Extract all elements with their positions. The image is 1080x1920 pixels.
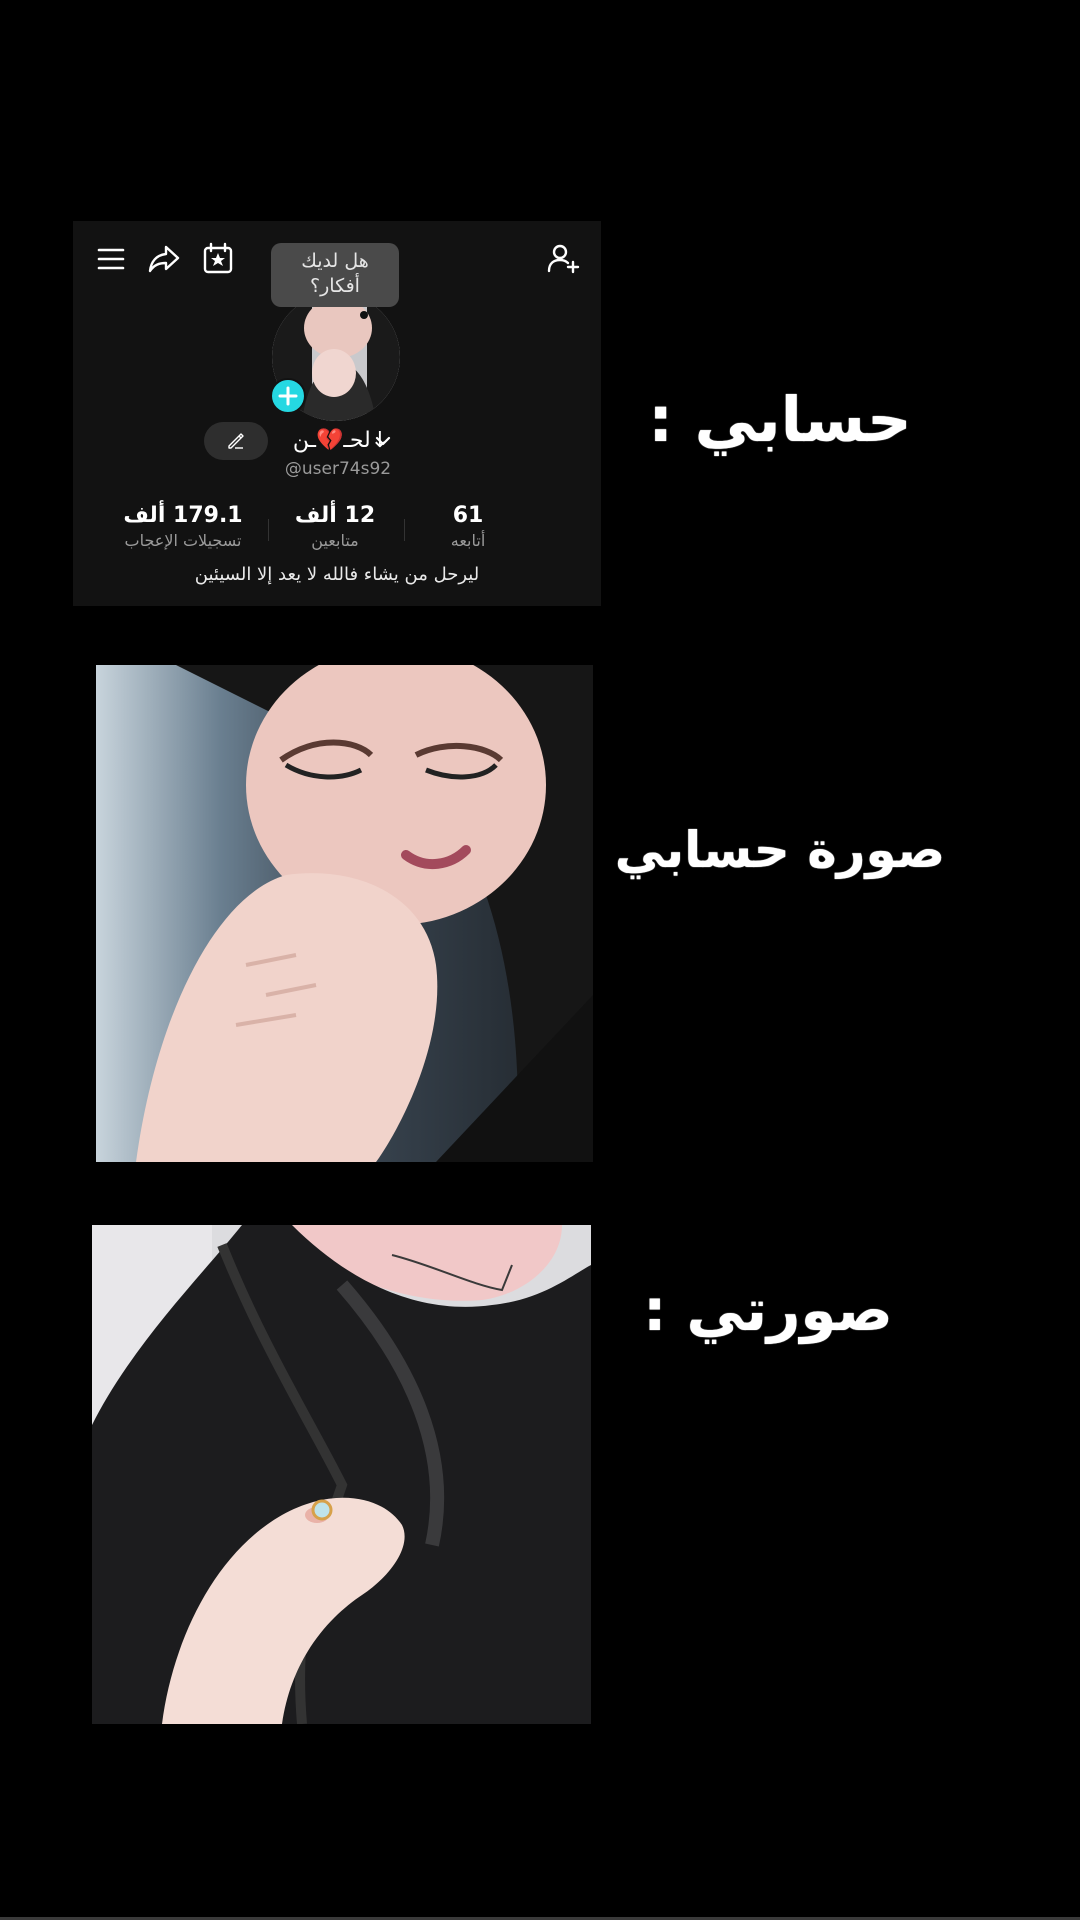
followers-value: 12 ألف [294, 503, 376, 528]
thought-prompt-line1: هل لديك [301, 250, 369, 272]
my-photo-heading: صورتي : [643, 1276, 893, 1344]
username: @user74s92 [284, 459, 392, 479]
chevron-down-icon[interactable] [375, 435, 391, 447]
following-stat[interactable]: 61 أتابعه [433, 501, 503, 551]
my-account-heading: حسابي : [648, 383, 912, 456]
likes-value: 179.1 ألف [123, 503, 243, 528]
add-user-icon[interactable] [545, 241, 581, 277]
pencil-icon [228, 433, 244, 449]
account-photo [96, 665, 593, 1162]
followers-label: متابعين [311, 531, 359, 550]
my-account-photo-heading: صورة حسابي [614, 821, 946, 879]
likes-label: تسجيلات الإعجاب [124, 531, 242, 550]
followers-stat[interactable]: 12 ألف متابعين [290, 501, 380, 551]
edit-profile-button[interactable] [204, 422, 268, 460]
stat-divider [268, 519, 269, 541]
calendar-star-icon[interactable] [200, 241, 236, 277]
following-label: أتابعه [450, 531, 486, 550]
likes-stat[interactable]: 179.1 ألف تسجيلات الإعجاب [118, 501, 248, 551]
following-value: 61 [452, 503, 484, 528]
my-photo [92, 1225, 591, 1724]
menu-icon[interactable] [93, 241, 129, 277]
thought-prompt-bubble[interactable]: هل لديك أفكار؟ [271, 243, 399, 307]
add-story-button[interactable] [270, 378, 306, 414]
thought-prompt-line2: أفكار؟ [310, 275, 360, 297]
profile-bio: ليرحل من يشاء فالله لا يعد إلا السيئين [194, 564, 480, 585]
profile-card: هل لديك أفكار؟ لحـ💔ـن↓ @user74s92 179.1 … [73, 221, 601, 606]
share-icon[interactable] [146, 241, 182, 277]
stat-divider [404, 519, 405, 541]
